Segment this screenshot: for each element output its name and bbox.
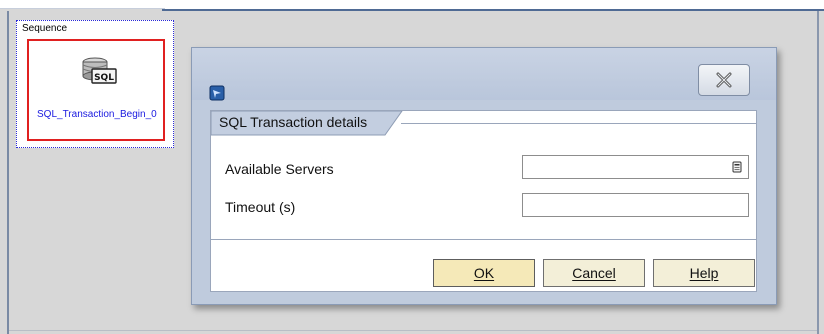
- section-title: SQL Transaction details: [219, 114, 368, 130]
- close-x-icon: [716, 72, 732, 88]
- section-rule: [401, 123, 757, 124]
- available-servers-input[interactable]: [522, 155, 749, 179]
- button-divider: [211, 239, 756, 240]
- help-button[interactable]: Help: [653, 259, 755, 287]
- top-divider: [162, 9, 824, 11]
- timeout-input[interactable]: [522, 193, 749, 217]
- sql-database-icon: SQL: [82, 57, 117, 84]
- transaction-details-panel: SQL Transaction details Available Server…: [210, 110, 757, 292]
- sql-icon-text: SQL: [94, 73, 114, 83]
- sql-transaction-dialog: SQL Transaction details Available Server…: [191, 47, 777, 305]
- value-help-icon[interactable]: [732, 161, 742, 173]
- app-window-icon: [209, 85, 225, 101]
- workspace-right-border: [817, 11, 819, 334]
- workspace-left-border: [7, 11, 9, 334]
- sequence-container[interactable]: Sequence SQL SQL_Transaction_Begin_0: [16, 20, 174, 148]
- sequence-label: Sequence: [22, 23, 68, 34]
- dialog-title-bar[interactable]: [192, 48, 776, 100]
- workspace-bottom-border: [9, 330, 817, 331]
- top-left-divider: [0, 8, 165, 9]
- close-button[interactable]: [698, 64, 750, 96]
- ok-button[interactable]: OK: [433, 259, 535, 287]
- cancel-button[interactable]: Cancel: [543, 259, 645, 287]
- timeout-label: Timeout (s): [225, 199, 296, 215]
- sql-transaction-begin-activity[interactable]: SQL SQL_Transaction_Begin_0: [27, 39, 165, 141]
- activity-name: SQL_Transaction_Begin_0: [37, 109, 157, 120]
- available-servers-label: Available Servers: [225, 161, 334, 177]
